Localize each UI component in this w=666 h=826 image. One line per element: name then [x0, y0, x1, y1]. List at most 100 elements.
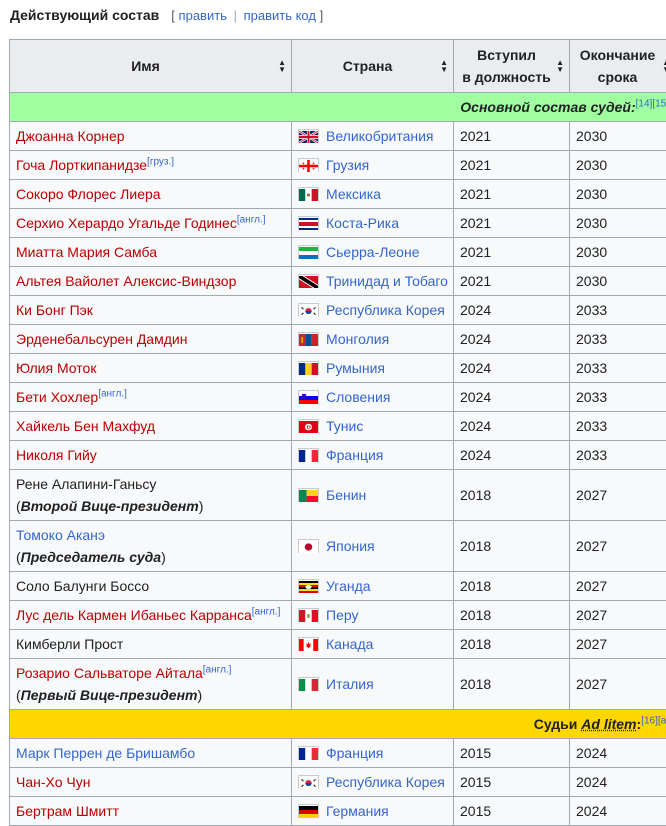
country-link[interactable]: Республика Корея	[326, 774, 445, 790]
cell-name: Сокоро Флорес Лиера	[10, 180, 292, 209]
judge-name[interactable]: Гоча Лорткипанидзе	[16, 157, 147, 173]
judge-name[interactable]: Эрденебальсурен Дамдин	[16, 331, 187, 347]
ref-a-link[interactable]: [a]	[658, 715, 666, 726]
country-link[interactable]: Канада	[326, 636, 373, 652]
table-row: Хайкель Бен МахфудТунис20242033	[10, 412, 666, 441]
adlitem-header: Судьи Ad litem:[16][a]	[10, 710, 666, 739]
cell-name: Томоко Аканэ(Председатель суда)	[10, 521, 292, 572]
judge-name[interactable]: Николя Гийу	[16, 447, 97, 463]
table-row: Чан-Хо ЧунРеспублика Корея20152024	[10, 768, 666, 797]
country-link[interactable]: Италия	[326, 676, 374, 692]
cell-end: 2024	[570, 768, 666, 797]
judge-name[interactable]: Чан-Хо Чун	[16, 774, 90, 790]
country-link[interactable]: Перу	[326, 607, 358, 623]
interwiki-link[interactable]: [англ.]	[237, 214, 266, 225]
header-start[interactable]: Вступилв должность▲▼	[454, 40, 570, 93]
country-link[interactable]: Монголия	[326, 331, 389, 347]
country-link[interactable]: Мексика	[326, 186, 381, 202]
judge-name[interactable]: Марк Перрен де Бришамбо	[16, 745, 195, 761]
table-row: Марк Перрен де БришамбоФранция20152024	[10, 739, 666, 768]
table-row: Николя ГийуФранция20242033	[10, 441, 666, 470]
judge-name[interactable]: Розарио Сальваторе Айтала	[16, 665, 203, 681]
country-link[interactable]: Словения	[326, 389, 390, 405]
ref-14-link[interactable]: [14]	[636, 98, 653, 109]
header-name[interactable]: Имя ▲▼	[10, 40, 292, 93]
judge-name[interactable]: Альтея Вайолет Алексис-Виндзор	[16, 273, 236, 289]
country-link[interactable]: Тринидад и Тобаго	[326, 273, 448, 289]
sort-icon: ▲▼	[556, 59, 564, 73]
role-paren-close: )	[199, 498, 204, 514]
country-link[interactable]: Республика Корея	[326, 302, 445, 318]
cell-start: 2021	[454, 122, 570, 151]
cell-start: 2018	[454, 572, 570, 601]
cell-country: Франция	[292, 739, 454, 768]
table-row: Бети Хохлер[англ.]Словения20242033	[10, 383, 666, 412]
table-row: Ки Бонг ПэкРеспублика Корея20242033	[10, 296, 666, 325]
judge-name[interactable]: Томоко Аканэ	[16, 527, 105, 543]
cell-start: 2018	[454, 601, 570, 630]
country-link[interactable]: Германия	[326, 803, 389, 819]
cell-name: Альтея Вайолет Алексис-Виндзор	[10, 267, 292, 296]
interwiki-sup: [англ.]	[203, 664, 232, 675]
table-row: Джоанна КорнерВеликобритания20212030	[10, 122, 666, 151]
cell-country: Германия	[292, 797, 454, 826]
cell-end: 2027	[570, 601, 666, 630]
judge-name: Соло Балунги Боссо	[16, 578, 149, 594]
sort-icon: ▲▼	[278, 59, 286, 73]
table-row: Альтея Вайолет Алексис-Виндзор Тринидад и…	[10, 267, 666, 296]
judge-name[interactable]: Сокоро Флорес Лиера	[16, 186, 161, 202]
ref-15-link[interactable]: [15]	[652, 98, 666, 109]
flag-ro-icon	[298, 361, 319, 375]
country-link[interactable]: Грузия	[326, 157, 369, 173]
country-link[interactable]: Франция	[326, 745, 383, 761]
country-link[interactable]: Коста-Рика	[326, 215, 399, 231]
cell-start: 2024	[454, 354, 570, 383]
edit-code-link[interactable]: править код	[244, 8, 316, 23]
country-link[interactable]: Бенин	[326, 487, 366, 503]
flag-kr-icon	[298, 303, 319, 317]
country-link[interactable]: Уганда	[326, 578, 371, 594]
cell-country: Республика Корея	[292, 296, 454, 325]
ref-16-link[interactable]: [16]	[641, 715, 658, 726]
cell-country: Бенин	[292, 470, 454, 521]
cell-name: Соло Балунги Боссо	[10, 572, 292, 601]
table-row: Рене Алапини-Ганьсу(Второй Вице-президен…	[10, 470, 666, 521]
cell-country: Коста-Рика	[292, 209, 454, 238]
header-end[interactable]: Окончаниесрока▲▼	[570, 40, 666, 93]
country-link[interactable]: Великобритания	[326, 128, 434, 144]
header-name-label: Имя	[131, 58, 160, 74]
country-link[interactable]: Румыния	[326, 360, 385, 376]
country-link[interactable]: Япония	[326, 538, 375, 554]
cell-end: 2027	[570, 572, 666, 601]
judge-name[interactable]: Серхио Херардо Угальде Годинес	[16, 215, 237, 231]
cell-country: Япония	[292, 521, 454, 572]
judge-name[interactable]: Бети Хохлер	[16, 389, 98, 405]
header-country[interactable]: Страна▲▼	[292, 40, 454, 93]
judge-name[interactable]: Хайкель Бен Махфуд	[16, 418, 155, 434]
edit-link[interactable]: править	[179, 8, 227, 23]
judge-name[interactable]: Ки Бонг Пэк	[16, 302, 93, 318]
edit-section-links: [ править | править код ]	[171, 8, 323, 23]
table-row: Кимберли ПростКанада20182027	[10, 630, 666, 659]
header-start-line1: Вступил	[477, 47, 536, 63]
interwiki-link[interactable]: [груз.]	[147, 156, 174, 167]
cell-country: Монголия	[292, 325, 454, 354]
country-link[interactable]: Тунис	[326, 418, 363, 434]
judge-name[interactable]: Миатта Мария Самба	[16, 244, 157, 260]
interwiki-sup: [англ.]	[98, 388, 127, 399]
cell-end: 2033	[570, 354, 666, 383]
main-composition-header-row: Основной состав судей:[14][15]	[10, 93, 666, 122]
interwiki-link[interactable]: [англ.]	[252, 606, 281, 617]
table-row: Розарио Сальваторе Айтала[англ.](Первый …	[10, 659, 666, 710]
judge-name[interactable]: Лус дель Кармен Ибаньес Карранса	[16, 607, 252, 623]
interwiki-link[interactable]: [англ.]	[203, 664, 232, 675]
adlitem-link[interactable]: Ad litem	[581, 716, 636, 732]
flag-ca-icon	[298, 637, 319, 651]
cell-name: Розарио Сальваторе Айтала[англ.](Первый …	[10, 659, 292, 710]
judge-name[interactable]: Юлия Моток	[16, 360, 96, 376]
judge-name[interactable]: Бертрам Шмитт	[16, 803, 119, 819]
country-link[interactable]: Франция	[326, 447, 383, 463]
interwiki-link[interactable]: [англ.]	[98, 388, 127, 399]
country-link[interactable]: Сьерра-Леоне	[326, 244, 420, 260]
judge-name[interactable]: Джоанна Корнер	[16, 128, 125, 144]
